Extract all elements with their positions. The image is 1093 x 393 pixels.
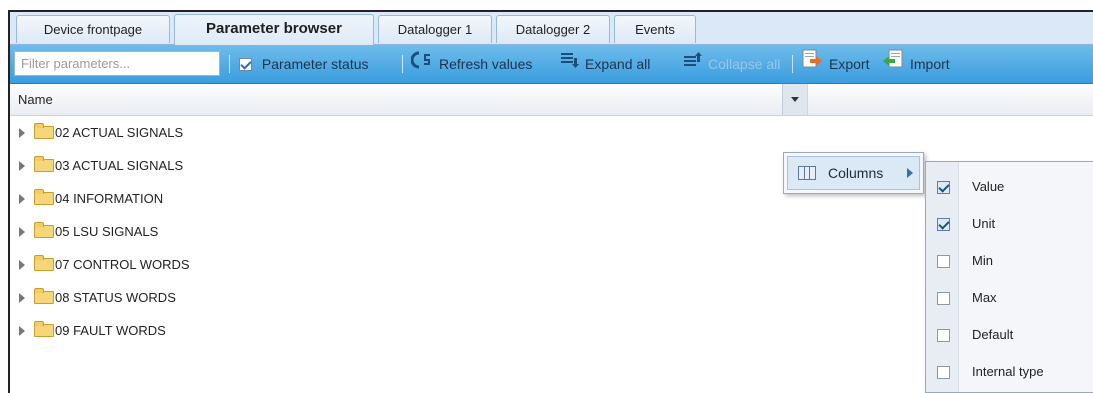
column-option-label: Value [972, 179, 1005, 194]
expand-arrow-icon[interactable] [19, 293, 25, 303]
column-menu-dropdown-button[interactable] [782, 84, 807, 115]
tree-row-label: 09 FAULT WORDS [55, 323, 166, 338]
tree-row-label: 07 CONTROL WORDS [55, 257, 190, 272]
tab-parameter-browser[interactable]: Parameter browser [174, 14, 374, 45]
tree-row-label: 08 STATUS WORDS [55, 290, 176, 305]
column-option-max[interactable]: Max [926, 280, 1093, 316]
expand-all-icon [559, 46, 579, 84]
column-option-internal-type[interactable]: Internal type [926, 354, 1093, 390]
max-checkbox[interactable] [937, 292, 950, 305]
tab-datalogger-1[interactable]: Datalogger 1 [378, 15, 492, 43]
expand-all-button[interactable]: Expand all [559, 45, 650, 83]
column-context-menu: Columns [783, 152, 924, 194]
tab-events[interactable]: Events [614, 15, 696, 43]
toolbar: Parameter status Refresh values Expand a… [10, 45, 1093, 84]
columns-submenu: Value Unit Min Max Default Internal type [925, 161, 1093, 393]
refresh-values-button[interactable]: Refresh values [410, 45, 533, 84]
tree-row-label: 02 ACTUAL SIGNALS [55, 125, 184, 140]
parameter-status-label: Parameter status [261, 56, 369, 72]
internal-type-checkbox[interactable] [937, 366, 950, 379]
expand-arrow-icon[interactable] [19, 194, 25, 204]
column-option-default[interactable]: Default [926, 317, 1093, 353]
columns-menu-item[interactable]: Columns [787, 156, 920, 190]
import-icon [882, 46, 904, 84]
column-option-label: Min [972, 253, 993, 268]
column-option-label: Unit [972, 216, 996, 231]
export-button[interactable]: Export [801, 45, 869, 83]
expand-all-label: Expand all [585, 56, 651, 72]
default-checkbox[interactable] [937, 329, 950, 342]
expand-arrow-icon[interactable] [19, 227, 25, 237]
folder-icon [34, 156, 54, 172]
submenu-arrow-icon [907, 168, 913, 178]
column-option-label: Default [972, 327, 1014, 342]
tree-row-label: 03 ACTUAL SIGNALS [55, 158, 184, 173]
parameter-status-toggle[interactable]: Parameter status [239, 45, 369, 83]
refresh-icon [410, 46, 433, 84]
export-icon [801, 46, 823, 84]
folder-icon [34, 288, 54, 304]
parameter-browser-window: Device frontpage Parameter browser Datal… [8, 10, 1093, 393]
folder-icon [34, 189, 54, 205]
expand-arrow-icon[interactable] [19, 260, 25, 270]
column-option-label: Internal type [972, 364, 1044, 379]
toolbar-separator [402, 55, 403, 73]
collapse-all-label: Collapse all [708, 56, 781, 72]
column-option-unit[interactable]: Unit [926, 206, 1093, 242]
parameter-status-checkbox[interactable] [239, 58, 252, 71]
tab-bar: Device frontpage Parameter browser Datal… [10, 12, 1093, 45]
tab-device-frontpage[interactable]: Device frontpage [16, 15, 170, 43]
column-option-value[interactable]: Value [926, 169, 1093, 205]
column-option-label: Max [972, 290, 997, 305]
expand-arrow-icon[interactable] [19, 161, 25, 171]
name-column-label: Name [18, 92, 53, 107]
value-checkbox[interactable] [937, 181, 950, 194]
min-checkbox[interactable] [937, 255, 950, 268]
columns-menu-label: Columns [828, 165, 884, 181]
name-column-header[interactable]: Name [10, 84, 808, 115]
folder-icon [34, 255, 54, 271]
tab-datalogger-2[interactable]: Datalogger 2 [496, 15, 610, 43]
columns-icon [798, 166, 816, 180]
refresh-values-label: Refresh values [439, 56, 533, 72]
filter-parameters-input[interactable] [14, 51, 220, 76]
column-option-min[interactable]: Min [926, 243, 1093, 279]
folder-icon [34, 222, 54, 238]
tree-row[interactable]: 02 ACTUAL SIGNALS [10, 116, 1093, 149]
grid-header: Name [10, 84, 1093, 116]
folder-icon [34, 321, 54, 337]
toolbar-separator [229, 55, 230, 73]
import-button[interactable]: Import [882, 45, 950, 83]
toolbar-separator [792, 55, 793, 73]
tree-row-label: 05 LSU SIGNALS [55, 224, 159, 239]
folder-icon [34, 123, 54, 139]
collapse-all-button[interactable]: Collapse all [682, 45, 780, 83]
collapse-all-icon [682, 46, 702, 84]
expand-arrow-icon[interactable] [19, 128, 25, 138]
unit-checkbox[interactable] [937, 218, 950, 231]
import-label: Import [910, 56, 950, 72]
export-label: Export [829, 56, 870, 72]
expand-arrow-icon[interactable] [19, 326, 25, 336]
tree-row-label: 04 INFORMATION [55, 191, 164, 206]
